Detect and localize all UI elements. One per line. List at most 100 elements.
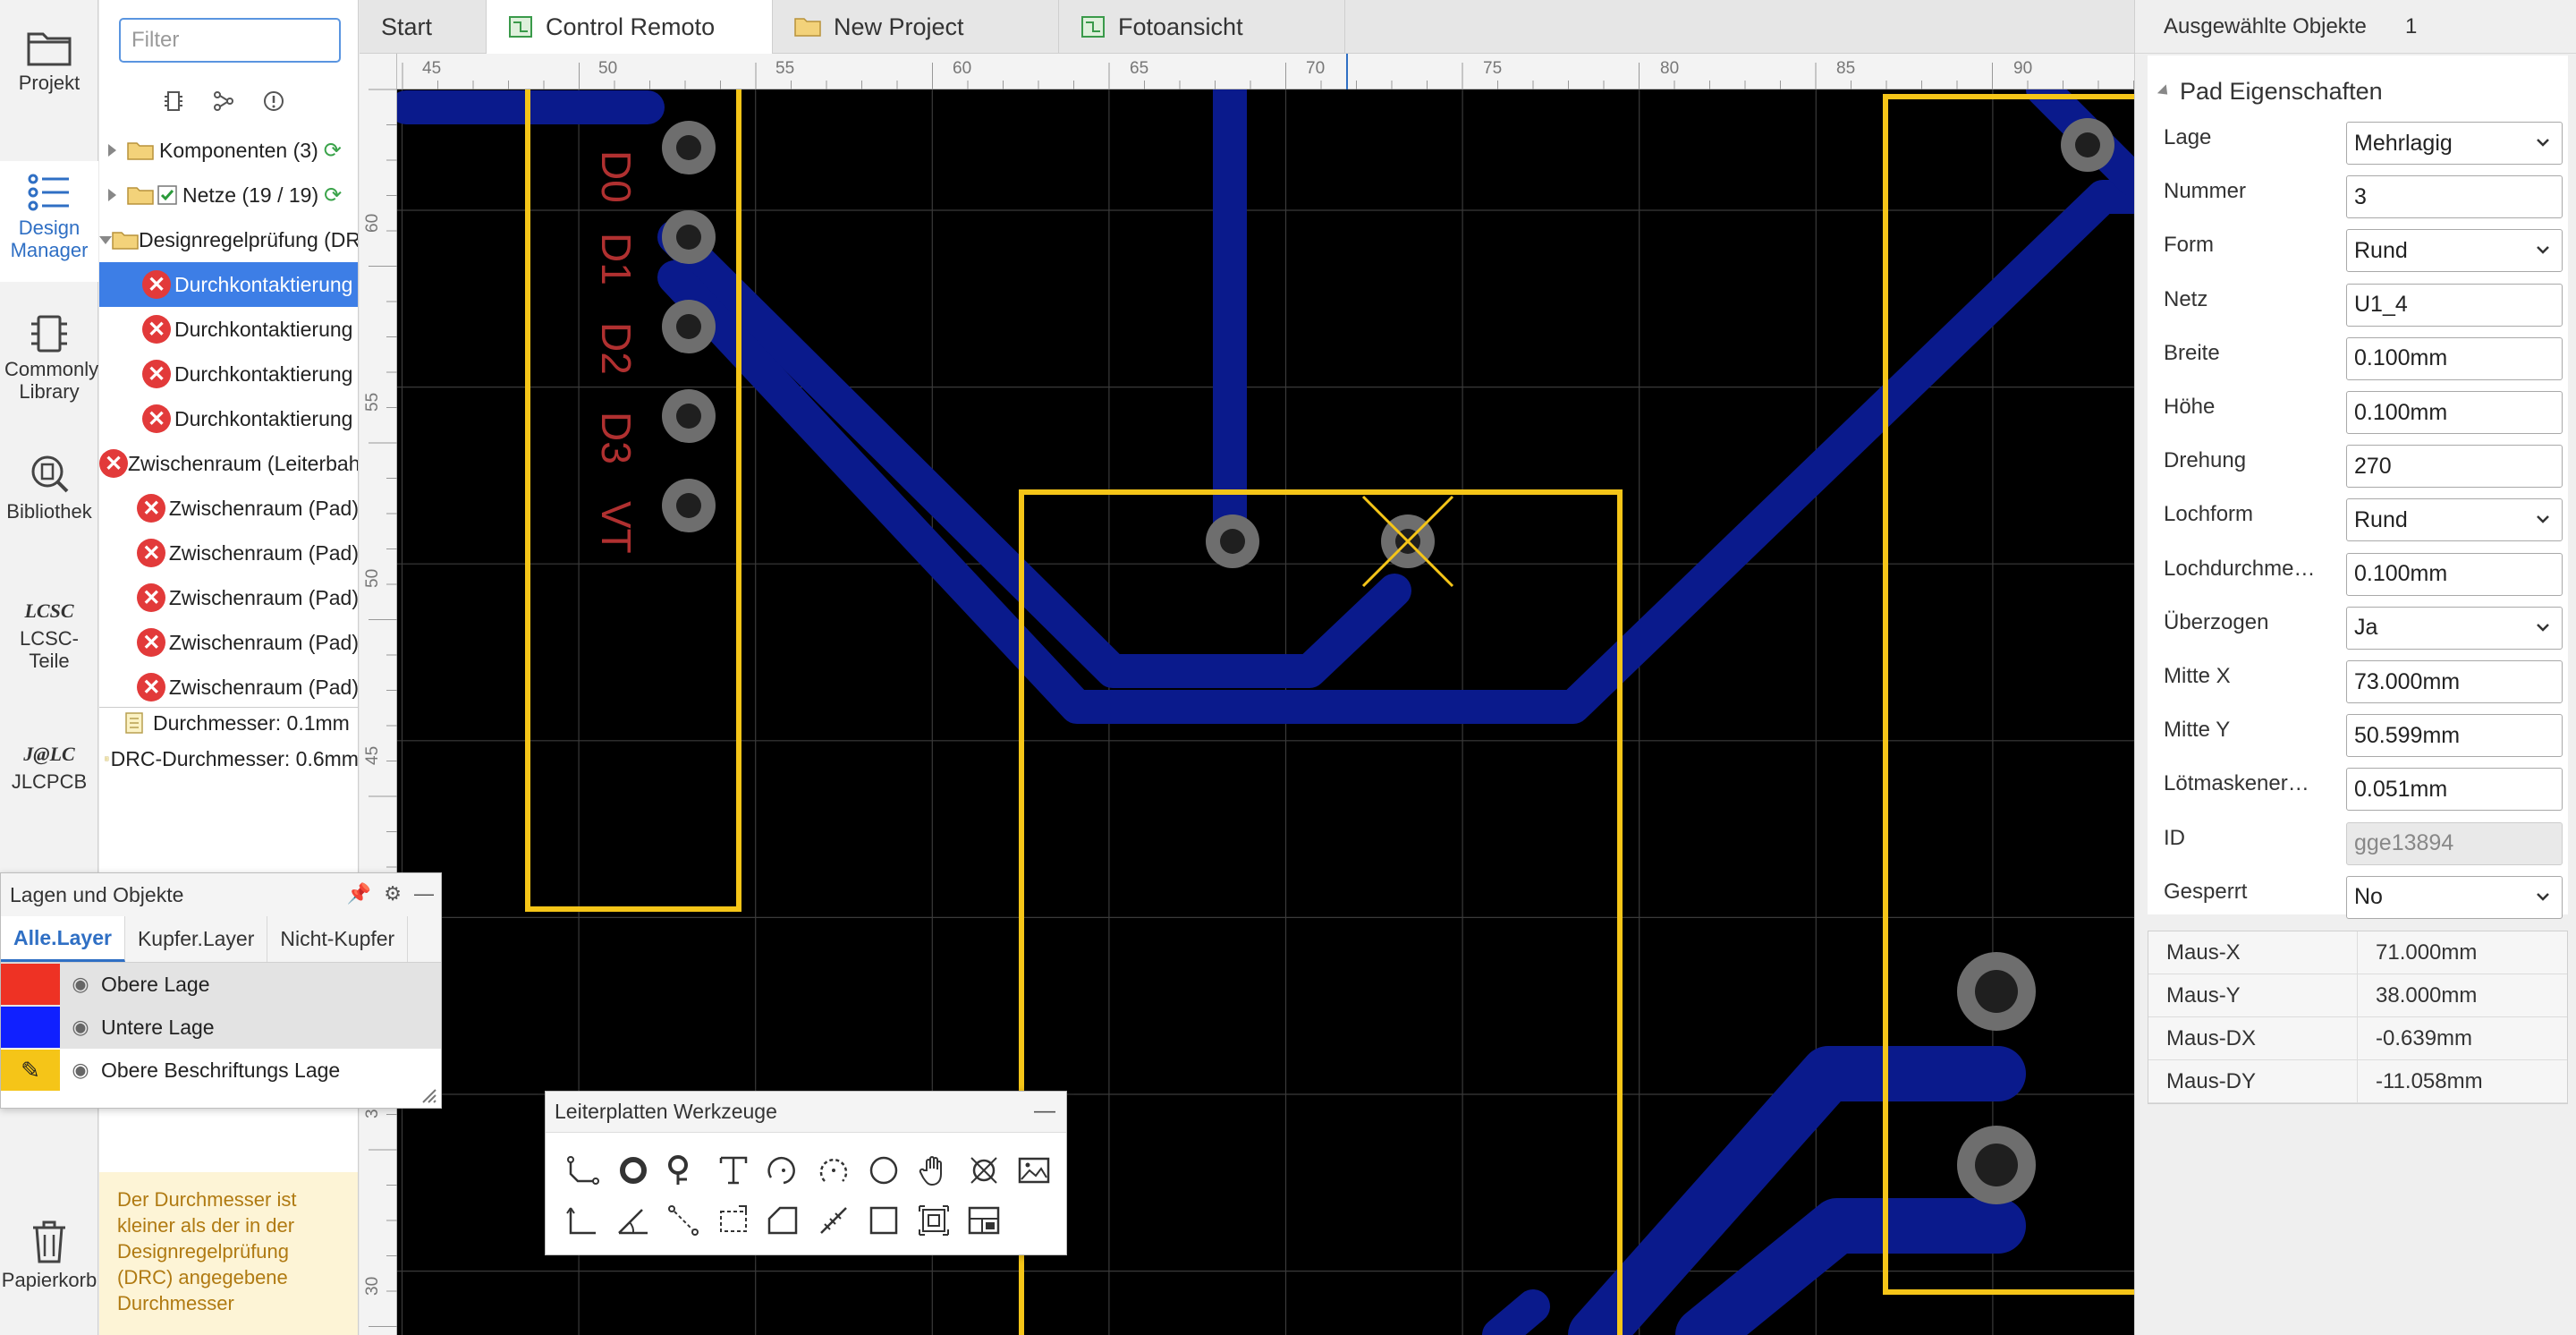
drc-error-item[interactable]: ✕ Durchkontaktierung <box>99 307 358 352</box>
prop-select[interactable]: No <box>2346 875 2563 919</box>
prop-value: Ja <box>2354 615 2378 641</box>
drc-error-item[interactable]: ✕ Zwischenraum (Pad) <box>99 486 358 531</box>
prop-input[interactable]: 0.100mm <box>2346 336 2563 380</box>
prop-input[interactable]: 73.000mm <box>2346 660 2563 703</box>
filter-input[interactable] <box>119 18 341 63</box>
prop-input[interactable]: 270 <box>2346 445 2563 489</box>
tab-start[interactable]: Start <box>360 0 487 54</box>
section-header[interactable]: Pad Eigenschaften <box>2148 64 2568 118</box>
tree-group-drc[interactable]: Designregelprüfung (DRC) <box>99 217 358 262</box>
prop-input[interactable]: 0.100mm <box>2346 552 2563 596</box>
arc-tool-icon[interactable] <box>809 1145 859 1195</box>
track-tool-icon[interactable] <box>558 1145 608 1195</box>
sidebar-item-label: Commonly Library <box>4 358 99 403</box>
expand-caret-icon[interactable] <box>108 189 116 201</box>
layer-row-untere-lage[interactable]: ◉ Untere Lage <box>1 1006 441 1049</box>
sidebar-item-projekt[interactable]: Projekt <box>0 27 98 94</box>
layer-row-obere-lage[interactable]: ◉ Obere Lage <box>1 963 441 1006</box>
error-icon: ✕ <box>137 539 166 567</box>
prop-value: Rund <box>2354 237 2408 263</box>
drc-error-item[interactable]: ✕ Zwischenraum (Pad) <box>99 665 358 710</box>
tab-new-project[interactable]: New Project <box>773 0 1059 54</box>
image-tool-icon[interactable] <box>1009 1145 1059 1195</box>
prop-input[interactable]: 0.100mm <box>2346 391 2563 434</box>
circle-tool-icon[interactable] <box>859 1145 909 1195</box>
measure-tool-icon[interactable] <box>809 1195 859 1246</box>
prop-input[interactable]: 50.599mm <box>2346 714 2563 758</box>
chevron-down-icon <box>2537 139 2549 147</box>
sidebar-item-lcsc[interactable]: LCSC LCSC-Teile <box>0 599 98 672</box>
warning-icon[interactable] <box>262 89 285 113</box>
sidebar-item-design-manager[interactable]: Design Manager <box>0 172 98 261</box>
eye-icon[interactable]: ◉ <box>60 973 101 996</box>
prop-select[interactable]: Rund <box>2346 229 2563 273</box>
prop-input[interactable]: U1_4 <box>2346 283 2563 327</box>
prop-row: Höhe 0.100mm <box>2148 387 2568 441</box>
dimension-tool-icon[interactable] <box>558 1195 608 1246</box>
refresh-icon[interactable]: ⟳ <box>324 183 342 208</box>
sidebar-item-bibliothek[interactable]: Bibliothek <box>0 452 98 523</box>
prop-label: Lochdurchmesser <box>2164 556 2321 581</box>
copper-area-tool-icon[interactable] <box>758 1195 809 1246</box>
drc-error-item[interactable]: ✕ Durchkontaktierung <box>99 352 358 396</box>
prop-select[interactable]: Ja <box>2346 606 2563 650</box>
drc-error-item[interactable]: ✕ Durchkontaktierung <box>99 262 358 307</box>
minimize-icon[interactable]: — <box>414 882 434 906</box>
collapse-caret-icon[interactable] <box>99 235 112 244</box>
sidebar-item-commonly-library[interactable]: Commonly Library <box>0 313 98 403</box>
panel-tool-icon[interactable] <box>959 1195 1009 1246</box>
drc-error-item[interactable]: ✕ Zwischenraum (Leiterbahn) <box>99 441 358 486</box>
resize-grip-icon[interactable] <box>418 1084 437 1104</box>
connect-pad-tool-icon[interactable] <box>658 1195 708 1246</box>
tree-group-komponenten[interactable]: Komponenten (3) ⟳ <box>99 128 358 173</box>
tab-kupfer-layer[interactable]: Kupfer.Layer <box>125 916 268 962</box>
eye-icon[interactable]: ◉ <box>60 1059 101 1082</box>
layer-color-swatch[interactable] <box>1 964 60 1005</box>
pcb-tools-header[interactable]: Leiterplatten Werkzeuge — <box>546 1092 1066 1133</box>
text-tool-icon[interactable] <box>708 1145 758 1195</box>
prop-label: Gesperrt <box>2164 879 2248 904</box>
tab-fotoansicht[interactable]: Fotoansicht <box>1059 0 1345 54</box>
tab-control-remoto[interactable]: Control Remoto <box>487 0 773 54</box>
component-icon[interactable] <box>162 89 185 113</box>
gear-icon[interactable]: ⚙ <box>384 882 402 906</box>
prop-select[interactable]: Mehrlagig <box>2346 122 2563 165</box>
rectangle-tool-icon[interactable] <box>859 1195 909 1246</box>
drc-error-item[interactable]: ✕ Zwischenraum (Pad) <box>99 620 358 665</box>
pcb-tools-panel: Leiterplatten Werkzeuge — <box>545 1091 1067 1255</box>
prop-input[interactable]: 0.051mm <box>2346 768 2563 812</box>
layer-color-swatch[interactable]: ✎ <box>1 1050 60 1091</box>
sidebar-item-papierkorb[interactable]: Papierkorb <box>0 1219 98 1291</box>
refresh-icon[interactable]: ⟳ <box>324 138 342 164</box>
drc-error-item[interactable]: ✕ Zwischenraum (Pad) <box>99 575 358 620</box>
net-icon[interactable] <box>212 89 235 113</box>
sidebar-item-jlcpcb[interactable]: J@LC JLCPCB <box>0 743 98 793</box>
drc-error-item[interactable]: ✕ Durchkontaktierung <box>99 396 358 441</box>
hole-tool-icon[interactable] <box>959 1145 1009 1195</box>
drc-error-item[interactable]: ✕ Zwischenraum (Pad) <box>99 531 358 575</box>
arc-center-tool-icon[interactable] <box>758 1145 809 1195</box>
layer-color-swatch[interactable] <box>1 1007 60 1048</box>
pin-icon[interactable]: 📌 <box>347 882 371 906</box>
tree-group-netze[interactable]: Netze (19 / 19) ⟳ <box>99 173 358 217</box>
tab-alle-layer[interactable]: Alle.Layer <box>1 916 125 962</box>
layer-row-obere-beschriftung[interactable]: ✎ ◉ Obere Beschriftungs Lage <box>1 1049 441 1092</box>
eye-icon[interactable]: ◉ <box>60 1016 101 1039</box>
collapse-caret-icon[interactable] <box>2157 83 2173 99</box>
expand-caret-icon[interactable] <box>108 144 116 157</box>
checkbox-checked-icon[interactable] <box>157 185 177 205</box>
pad-tool-icon[interactable] <box>608 1145 658 1195</box>
mouse-value: -11.058mm <box>2376 1068 2483 1093</box>
via-tool-icon[interactable] <box>658 1145 708 1195</box>
tab-nicht-kupfer[interactable]: Nicht-Kupfer <box>267 916 409 962</box>
prop-input[interactable]: 3 <box>2346 175 2563 219</box>
error-icon: ✕ <box>142 360 171 388</box>
layers-panel-header[interactable]: Lagen und Objekte 📌 ⚙ — <box>1 873 441 916</box>
hand-tool-icon[interactable] <box>909 1145 959 1195</box>
ruler-label: 85 <box>1836 59 1855 78</box>
minimize-icon[interactable]: — <box>1034 1099 1055 1124</box>
prop-select[interactable]: Rund <box>2346 498 2563 542</box>
angle-tool-icon[interactable] <box>608 1195 658 1246</box>
solid-region-tool-icon[interactable] <box>708 1195 758 1246</box>
group-tool-icon[interactable] <box>909 1195 959 1246</box>
